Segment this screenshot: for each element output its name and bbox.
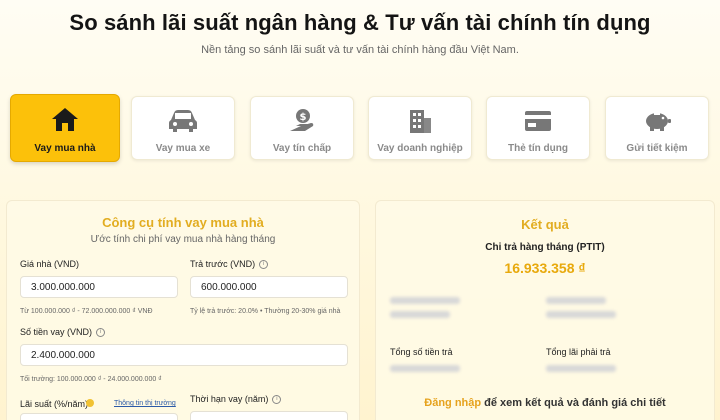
login-link[interactable]: Đăng nhập [424, 397, 481, 409]
info-icon[interactable]: i [259, 259, 269, 269]
tab-vay-tin-chap[interactable]: $ Vay tín chấp [250, 96, 354, 160]
house-price-label-text: Giá nhà (VND) [20, 259, 80, 269]
page-title: So sánh lãi suất ngân hàng & Tư vấn tài … [69, 10, 651, 35]
loan-amount-hint: Tối trường: 100.000.000 ₫ - 24.000.000.0… [20, 376, 162, 383]
house-price-hint: Từ 100.000.000 ₫ - 72.000.000.000 ₫ VNĐ [20, 308, 153, 315]
calculator-subtitle: Ước tính chi phí vay mua nhà hàng tháng [90, 234, 276, 245]
info-icon[interactable]: i [272, 394, 282, 404]
car-icon [168, 107, 198, 135]
tab-label: Vay mua xe [155, 143, 211, 154]
login-prompt-text: để xem kết quả và đánh giá chi tiết [481, 397, 666, 409]
interest-rate-label: Lãi suất (%/năm) [20, 399, 88, 409]
building-icon [405, 107, 435, 135]
svg-text:$: $ [300, 112, 307, 123]
down-payment-hint: Tỷ lệ trả trước: 20.0% • Thường 20-30% g… [190, 308, 341, 315]
down-payment-label-text: Trả trước (VND) [190, 259, 256, 269]
loan-calculator-panel: Công cụ tính vay mua nhà Ước tính chi ph… [6, 200, 360, 420]
house-price-label: Giá nhà (VND) [20, 259, 79, 269]
tab-label: Thẻ tín dụng [508, 143, 568, 154]
tab-vay-mua-xe[interactable]: Vay mua xe [131, 96, 235, 160]
result-title: Kết quả [521, 217, 569, 232]
page-subtitle: Nền tảng so sánh lãi suất và tư vấn tài … [201, 44, 519, 56]
loan-term-label: Thời hạn vay (năm) i [190, 394, 282, 404]
calculator-title: Công cụ tính vay mua nhà [102, 215, 264, 230]
down-payment-input[interactable]: 600.000.000 [190, 276, 348, 298]
blurred-text [390, 311, 450, 318]
loan-term-label-text: Thời hạn vay (năm) [190, 394, 269, 404]
loan-term-input[interactable] [190, 411, 348, 420]
loan-amount-label: Số tiền vay (VND) i [20, 327, 106, 337]
blurred-value [390, 365, 460, 372]
loan-amount-input[interactable]: 2.400.000.000 [20, 344, 348, 366]
down-payment-label: Trả trước (VND) i [190, 259, 269, 269]
tab-label: Vay doanh nghiệp [377, 143, 463, 154]
loan-type-tabs: Vay mua nhà Vay mua xe $ Vay tín chấp Va… [10, 94, 710, 162]
blurred-value [546, 365, 616, 372]
login-prompt: Đăng nhập để xem kết quả và đánh giá chi… [376, 397, 714, 409]
total-interest-label: Tổng lãi phải trả [546, 347, 611, 357]
blurred-text [390, 297, 460, 304]
hand-money-icon: $ [287, 107, 317, 135]
piggy-bank-icon [642, 107, 672, 135]
info-icon[interactable]: i [96, 327, 106, 337]
monthly-payment-value: 16.933.358 ₫ [504, 260, 586, 276]
interest-rate-label-text: Lãi suất (%/năm) [20, 399, 89, 409]
house-price-input[interactable]: 3.000.000.000 [20, 276, 178, 298]
tab-gui-tiet-kiem[interactable]: Gửi tiết kiệm [605, 96, 709, 160]
interest-rate-input[interactable] [20, 413, 178, 420]
blurred-text [546, 311, 616, 318]
tab-the-tin-dung[interactable]: Thẻ tín dụng [486, 96, 590, 160]
tab-label: Gửi tiết kiệm [626, 143, 688, 154]
monthly-payment-label: Chi trả hàng tháng (PTIT) [485, 242, 605, 253]
market-info-link[interactable]: Thông tin thị trường [114, 400, 176, 407]
status-dot-icon [86, 399, 94, 407]
tab-label: Vay tín chấp [272, 143, 332, 154]
result-panel: Kết quả Chi trả hàng tháng (PTIT) 16.933… [375, 200, 715, 420]
tab-label: Vay mua nhà [34, 143, 96, 154]
tab-vay-doanh-nghiep[interactable]: Vay doanh nghiệp [368, 96, 472, 160]
tab-vay-mua-nha[interactable]: Vay mua nhà [10, 94, 120, 162]
loan-amount-label-text: Số tiền vay (VND) [20, 327, 93, 337]
credit-card-icon [523, 107, 553, 135]
house-icon [50, 105, 80, 133]
total-paid-label: Tổng số tiền trả [390, 347, 453, 357]
blurred-text [546, 297, 606, 304]
